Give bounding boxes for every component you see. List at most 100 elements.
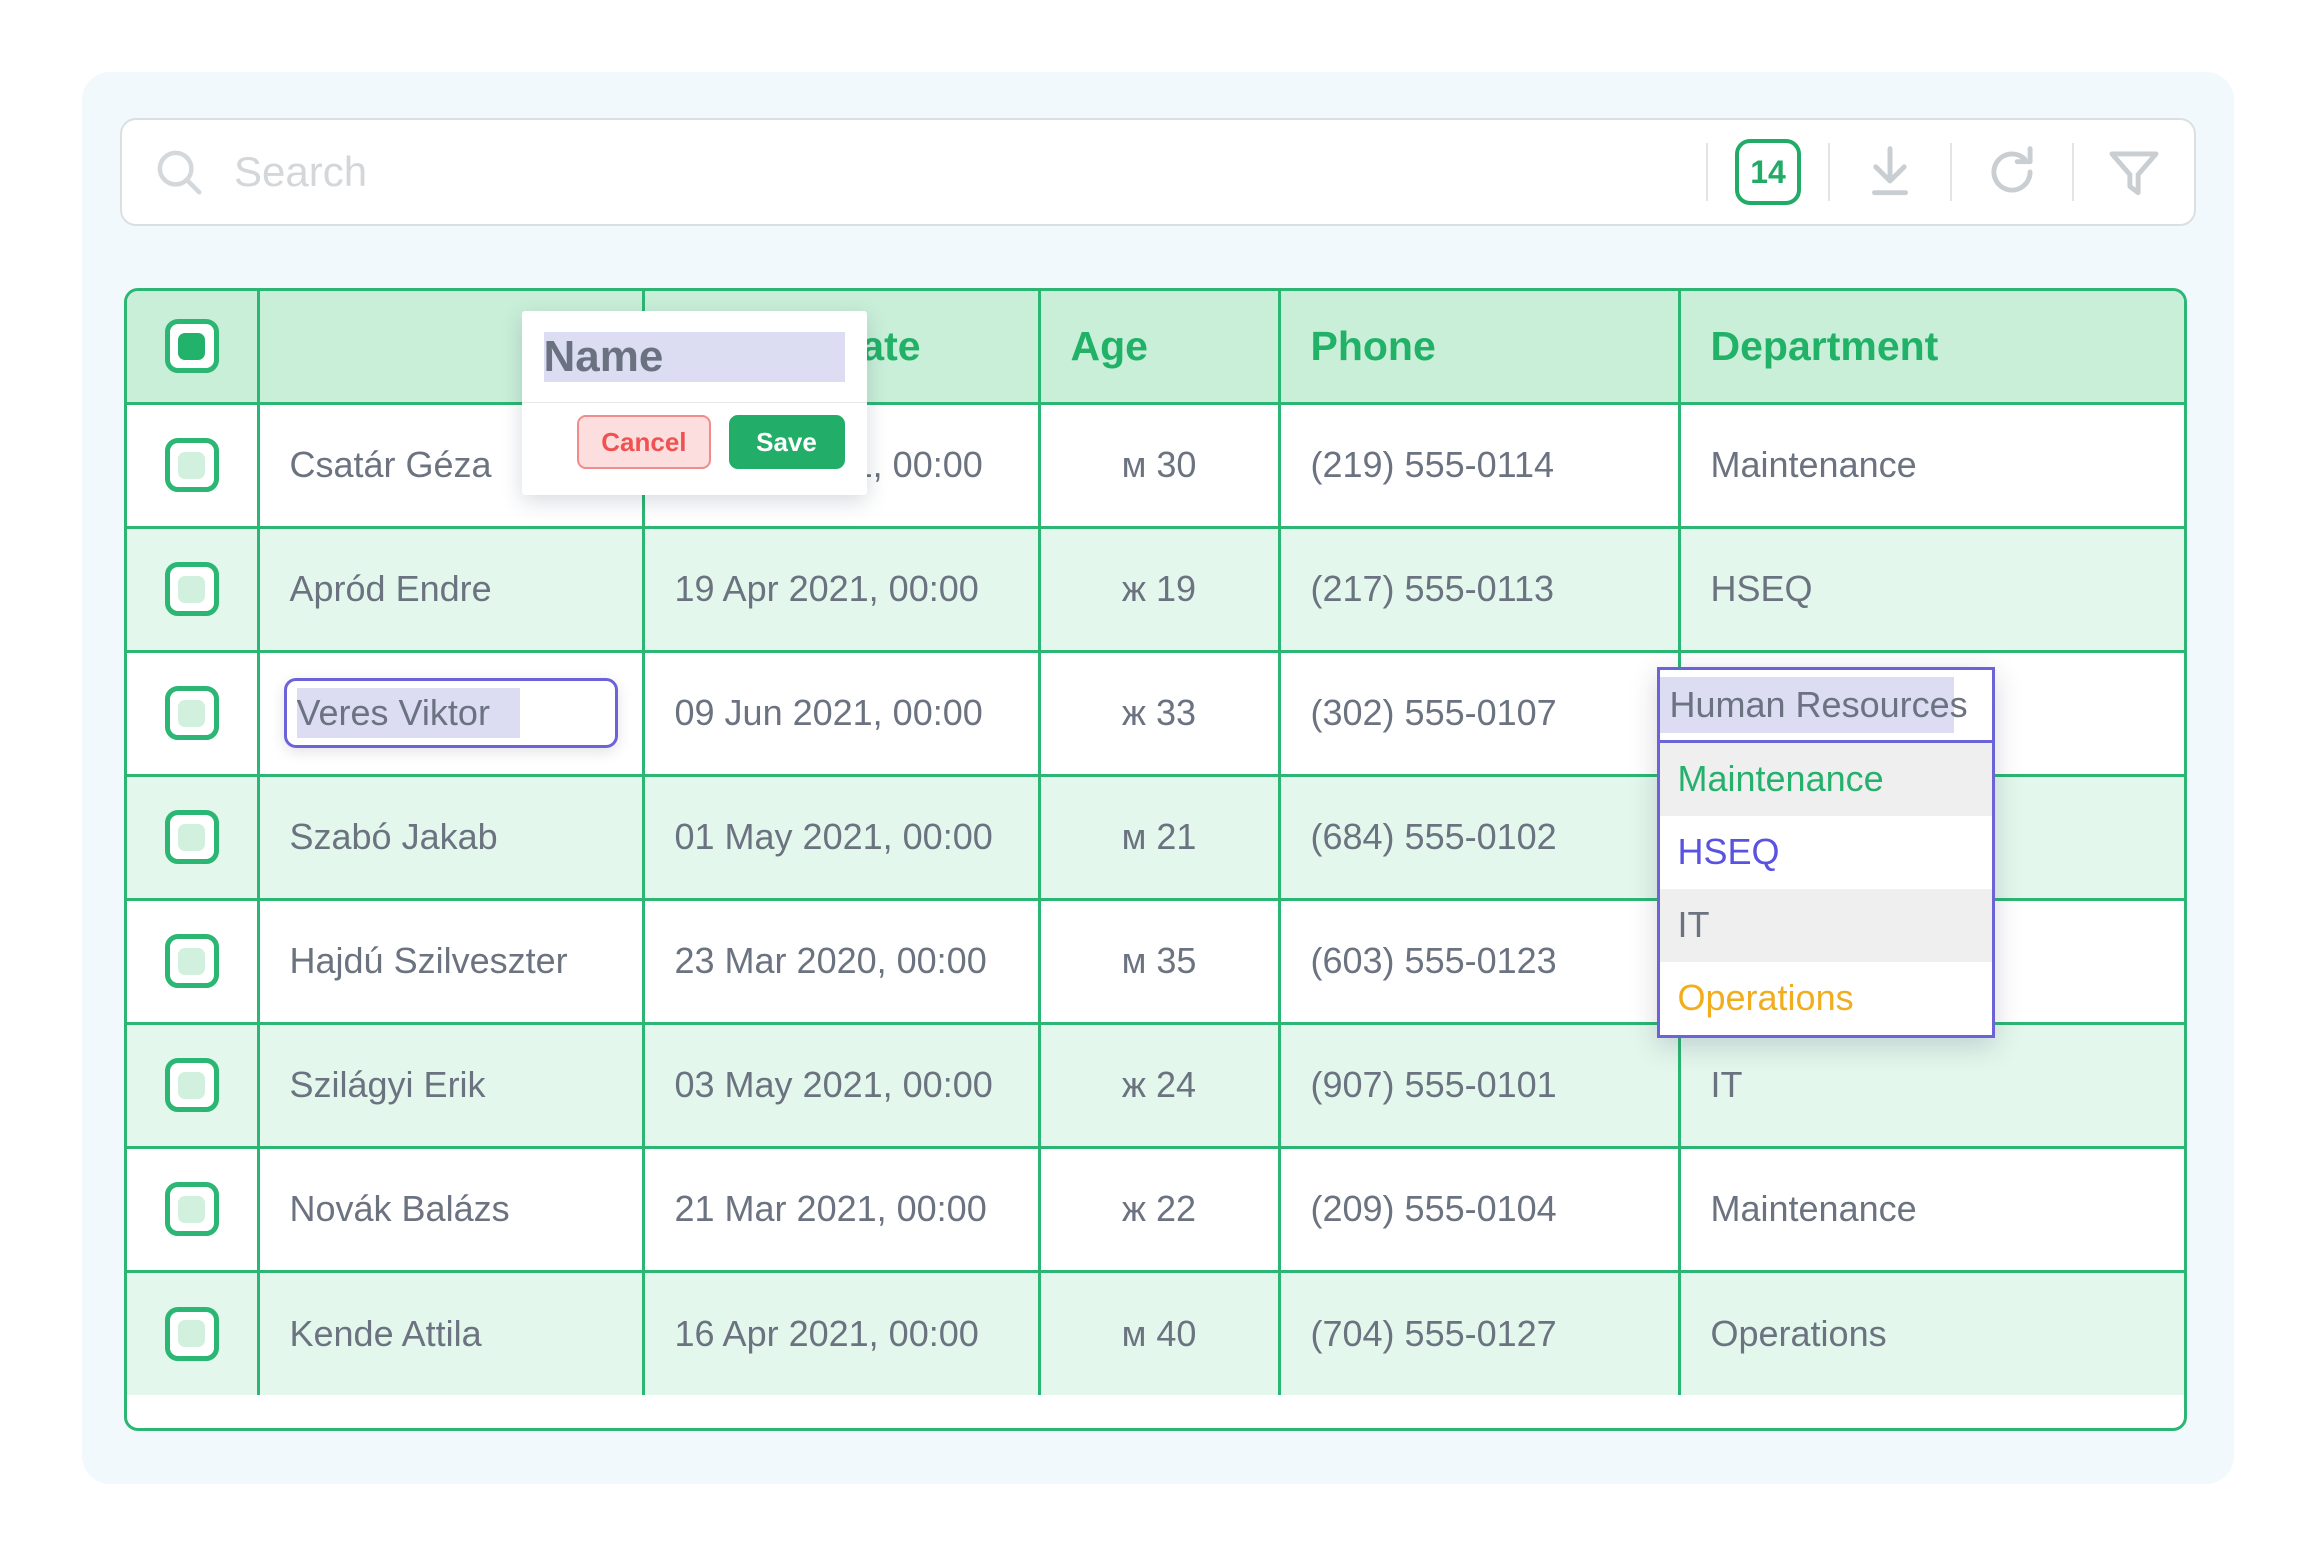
cell-department[interactable]: Operations bbox=[1679, 1271, 2184, 1395]
data-table-container: Name Cancel Save bbox=[124, 288, 2187, 1431]
row-checkbox[interactable] bbox=[165, 438, 219, 492]
checkbox-mark bbox=[178, 700, 205, 727]
cell-age[interactable]: ж 33 bbox=[1039, 651, 1279, 775]
department-option[interactable]: Maintenance bbox=[1660, 743, 1992, 816]
row-checkbox[interactable] bbox=[165, 686, 219, 740]
cell-phone[interactable]: (302) 555-0107 bbox=[1279, 651, 1679, 775]
department-option[interactable]: IT bbox=[1660, 889, 1992, 962]
cell-joining-date[interactable]: 23 Mar 2020, 00:00 bbox=[643, 899, 1039, 1023]
cell-name[interactable]: Apród Endre bbox=[258, 527, 643, 651]
refresh-icon bbox=[1981, 141, 2043, 203]
cell-joining-date[interactable]: 16 Apr 2021, 00:00 bbox=[643, 1271, 1039, 1395]
download-button[interactable] bbox=[1830, 118, 1950, 226]
table-body: Csatár Géza27 Jun 2021, 00:00м 30(219) 5… bbox=[127, 403, 2184, 1395]
cell-name[interactable] bbox=[258, 651, 643, 775]
name-edit-actions: Cancel Save bbox=[522, 403, 867, 495]
cell-phone[interactable]: (704) 555-0127 bbox=[1279, 1271, 1679, 1395]
cell-joining-date[interactable]: 21 Mar 2021, 00:00 bbox=[643, 1147, 1039, 1271]
cell-department[interactable]: HSEQ bbox=[1679, 527, 2184, 651]
header-select-all-cell bbox=[127, 291, 258, 403]
checkbox-mark bbox=[178, 948, 205, 975]
refresh-button[interactable] bbox=[1952, 118, 2072, 226]
header-department[interactable]: Department bbox=[1679, 291, 2184, 403]
toolbar: 14 bbox=[120, 118, 2196, 226]
row-checkbox[interactable] bbox=[165, 1182, 219, 1236]
header-age[interactable]: Age bbox=[1039, 291, 1279, 403]
name-edit-input[interactable] bbox=[544, 332, 845, 382]
cell-phone[interactable]: (907) 555-0101 bbox=[1279, 1023, 1679, 1147]
row-select-cell bbox=[127, 651, 258, 775]
cell-age[interactable]: м 35 bbox=[1039, 899, 1279, 1023]
row-checkbox[interactable] bbox=[165, 810, 219, 864]
filter-button[interactable] bbox=[2074, 118, 2194, 226]
department-value-input[interactable] bbox=[1660, 670, 1992, 743]
cell-name[interactable]: Szabó Jakab bbox=[258, 775, 643, 899]
department-option[interactable]: Operations bbox=[1660, 962, 1992, 1035]
filter-icon bbox=[2103, 141, 2165, 203]
search-input[interactable] bbox=[206, 148, 1706, 196]
row-select-cell bbox=[127, 527, 258, 651]
header-phone-label: Phone bbox=[1311, 323, 1436, 369]
checkbox-mark bbox=[178, 1196, 205, 1223]
table-row[interactable]: Csatár Géza27 Jun 2021, 00:00м 30(219) 5… bbox=[127, 403, 2184, 527]
name-cell-input[interactable] bbox=[284, 678, 618, 748]
cancel-button[interactable]: Cancel bbox=[577, 415, 710, 469]
department-dropdown: MaintenanceHSEQITOperations bbox=[1657, 667, 1995, 1038]
cell-phone[interactable]: (219) 555-0114 bbox=[1279, 403, 1679, 527]
download-icon bbox=[1859, 141, 1921, 203]
row-select-cell bbox=[127, 1023, 258, 1147]
cell-joining-date[interactable]: 09 Jun 2021, 00:00 bbox=[643, 651, 1039, 775]
row-select-cell bbox=[127, 1147, 258, 1271]
name-edit-popup: Cancel Save bbox=[522, 311, 867, 495]
save-button[interactable]: Save bbox=[729, 415, 845, 469]
row-checkbox[interactable] bbox=[165, 562, 219, 616]
row-count-badge-slot: 14 bbox=[1708, 118, 1828, 226]
row-select-cell bbox=[127, 403, 258, 527]
cell-age[interactable]: м 21 bbox=[1039, 775, 1279, 899]
row-select-cell bbox=[127, 899, 258, 1023]
search-icon bbox=[152, 145, 206, 199]
cell-name[interactable]: Kende Attila bbox=[258, 1271, 643, 1395]
checkbox-mark bbox=[178, 333, 205, 360]
cell-department[interactable]: IT bbox=[1679, 1023, 2184, 1147]
cell-phone[interactable]: (603) 555-0123 bbox=[1279, 899, 1679, 1023]
cell-department[interactable]: Maintenance bbox=[1679, 403, 2184, 527]
table-row[interactable]: Apród Endre19 Apr 2021, 00:00ж 19(217) 5… bbox=[127, 527, 2184, 651]
data-table: Name Cancel Save bbox=[127, 291, 2184, 1395]
row-checkbox[interactable] bbox=[165, 1307, 219, 1361]
cell-name[interactable]: Novák Balázs bbox=[258, 1147, 643, 1271]
cell-phone[interactable]: (209) 555-0104 bbox=[1279, 1147, 1679, 1271]
row-count-badge[interactable]: 14 bbox=[1735, 139, 1801, 205]
cell-joining-date[interactable]: 19 Apr 2021, 00:00 bbox=[643, 527, 1039, 651]
header-name[interactable]: Name Cancel Save bbox=[258, 291, 643, 403]
table-row[interactable]: Novák Balázs21 Mar 2021, 00:00ж 22(209) … bbox=[127, 1147, 2184, 1271]
name-edit-input-row bbox=[522, 311, 867, 403]
cell-age[interactable]: м 40 bbox=[1039, 1271, 1279, 1395]
cell-department[interactable]: Maintenance bbox=[1679, 1147, 2184, 1271]
select-all-checkbox[interactable] bbox=[165, 319, 219, 373]
row-checkbox[interactable] bbox=[165, 934, 219, 988]
cell-phone[interactable]: (684) 555-0102 bbox=[1279, 775, 1679, 899]
checkbox-mark bbox=[178, 824, 205, 851]
cell-phone[interactable]: (217) 555-0113 bbox=[1279, 527, 1679, 651]
cell-age[interactable]: м 30 bbox=[1039, 403, 1279, 527]
cell-name[interactable]: Hajdú Szilveszter bbox=[258, 899, 643, 1023]
header-age-label: Age bbox=[1071, 323, 1148, 369]
cell-age[interactable]: ж 22 bbox=[1039, 1147, 1279, 1271]
cell-joining-date[interactable]: 01 May 2021, 00:00 bbox=[643, 775, 1039, 899]
table-row[interactable]: Szilágyi Erik03 May 2021, 00:00ж 24(907)… bbox=[127, 1023, 2184, 1147]
row-select-cell bbox=[127, 1271, 258, 1395]
cell-joining-date[interactable]: 03 May 2021, 00:00 bbox=[643, 1023, 1039, 1147]
header-phone[interactable]: Phone bbox=[1279, 291, 1679, 403]
header-department-label: Department bbox=[1711, 323, 1939, 369]
table-header: Name Cancel Save bbox=[127, 291, 2184, 403]
department-option[interactable]: HSEQ bbox=[1660, 816, 1992, 889]
table-row[interactable]: Kende Attila16 Apr 2021, 00:00м 40(704) … bbox=[127, 1271, 2184, 1395]
cell-department[interactable]: MaintenanceHSEQITOperations bbox=[1679, 651, 2184, 775]
cell-age[interactable]: ж 24 bbox=[1039, 1023, 1279, 1147]
app-root: 14 bbox=[0, 0, 2310, 1566]
cell-age[interactable]: ж 19 bbox=[1039, 527, 1279, 651]
table-row[interactable]: 09 Jun 2021, 00:00ж 33(302) 555-0107Main… bbox=[127, 651, 2184, 775]
cell-name[interactable]: Szilágyi Erik bbox=[258, 1023, 643, 1147]
row-checkbox[interactable] bbox=[165, 1058, 219, 1112]
